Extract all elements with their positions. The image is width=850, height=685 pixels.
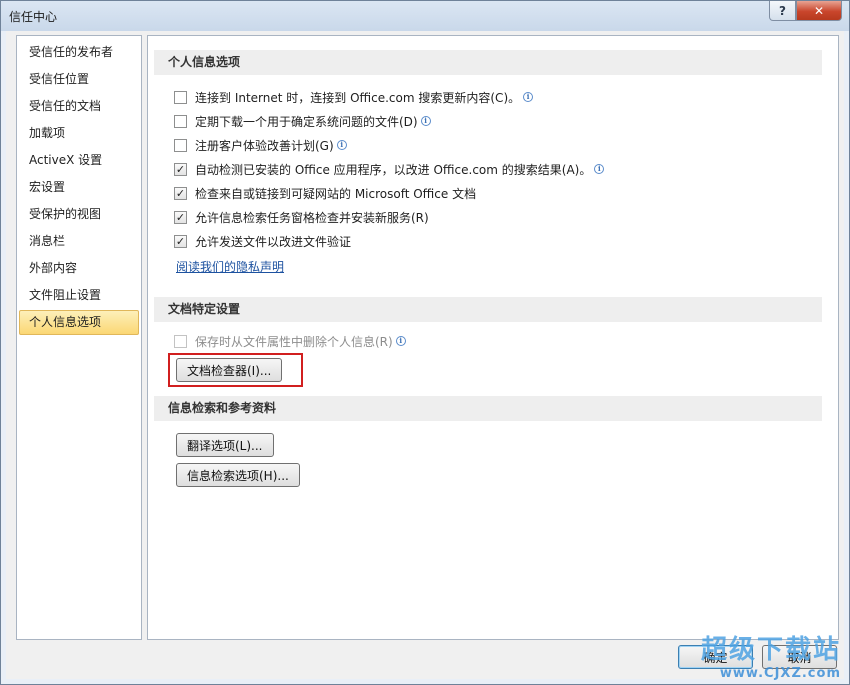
category-list: 受信任的发布者 受信任位置 受信任的文档 加载项 ActiveX 设置 宏设置 …	[16, 35, 142, 640]
checkbox-remove-personal-info	[174, 334, 187, 348]
nav-item-add-ins[interactable]: 加载项	[19, 121, 139, 146]
option-row-remove-info: 保存时从文件属性中删除个人信息(R) i	[174, 332, 406, 350]
dialog-body: 受信任的发布者 受信任位置 受信任的文档 加载项 ActiveX 设置 宏设置 …	[6, 31, 844, 679]
option-row[interactable]: ✓ 允许发送文件以改进文件验证	[174, 232, 351, 250]
nav-item-trusted-documents[interactable]: 受信任的文档	[19, 94, 139, 119]
option-label: 允许信息检索任务窗格检查并安装新服务(R)	[195, 210, 429, 225]
checkmark-icon: ✓	[175, 186, 186, 200]
option-label: 保存时从文件属性中删除个人信息(R)	[195, 334, 393, 349]
checkbox-download-diagnostic[interactable]	[174, 114, 187, 128]
cancel-button[interactable]: 取消	[762, 645, 837, 669]
nav-item-external-content[interactable]: 外部内容	[19, 256, 139, 281]
nav-item-privacy-options[interactable]: 个人信息选项	[19, 310, 139, 335]
option-row[interactable]: ✓ 自动检测已安装的 Office 应用程序，以改进 Office.com 的搜…	[174, 160, 605, 178]
checkbox-ceip[interactable]	[174, 138, 187, 152]
checkmark-icon: ✓	[175, 210, 186, 224]
checkmark-icon: ✓	[175, 234, 186, 248]
nav-item-activex[interactable]: ActiveX 设置	[19, 148, 139, 173]
option-row[interactable]: ✓ 允许信息检索任务窗格检查并安装新服务(R)	[174, 208, 429, 226]
option-label: 定期下载一个用于确定系统问题的文件(D)	[195, 114, 418, 129]
option-label: 允许发送文件以改进文件验证	[195, 234, 352, 249]
section-header-document: 文档特定设置	[154, 297, 822, 322]
checkbox-detect-apps[interactable]: ✓	[174, 162, 187, 176]
nav-item-file-block[interactable]: 文件阻止设置	[19, 283, 139, 308]
help-button[interactable]: ?	[769, 1, 796, 21]
translation-options-button[interactable]: 翻译选项(L)...	[176, 433, 274, 457]
option-label: 自动检测已安装的 Office 应用程序，以改进 Office.com 的搜索结…	[195, 162, 592, 177]
option-row[interactable]: ✓ 检查来自或链接到可疑网站的 Microsoft Office 文档	[174, 184, 476, 202]
checkbox-file-validation[interactable]: ✓	[174, 234, 187, 248]
research-options-button[interactable]: 信息检索选项(H)...	[176, 463, 300, 487]
nav-item-message-bar[interactable]: 消息栏	[19, 229, 139, 254]
option-label: 连接到 Internet 时，连接到 Office.com 搜索更新内容(C)。	[195, 90, 521, 105]
option-label: 注册客户体验改善计划(G)	[195, 138, 334, 153]
info-icon[interactable]: i	[420, 116, 431, 126]
section-header-privacy: 个人信息选项	[154, 50, 822, 75]
nav-item-macro[interactable]: 宏设置	[19, 175, 139, 200]
checkbox-suspicious-sites[interactable]: ✓	[174, 186, 187, 200]
option-row[interactable]: 注册客户体验改善计划(G) i	[174, 136, 347, 154]
document-inspector-button[interactable]: 文档检查器(I)...	[176, 358, 283, 382]
ok-button[interactable]: 确定	[678, 645, 753, 669]
option-row[interactable]: 定期下载一个用于确定系统问题的文件(D) i	[174, 112, 431, 130]
window-title: 信任中心	[9, 10, 58, 24]
section-header-research: 信息检索和参考资料	[154, 396, 822, 421]
info-icon[interactable]: i	[395, 336, 406, 346]
option-row[interactable]: 连接到 Internet 时，连接到 Office.com 搜索更新内容(C)。…	[174, 88, 534, 106]
settings-panel: 个人信息选项 连接到 Internet 时，连接到 Office.com 搜索更…	[147, 35, 839, 640]
info-icon[interactable]: i	[594, 164, 605, 174]
info-icon[interactable]: i	[523, 92, 534, 102]
checkmark-icon: ✓	[175, 162, 186, 176]
trust-center-dialog: 信任中心 ? ✕ 受信任的发布者 受信任位置 受信任的文档 加载项 Active…	[0, 0, 850, 685]
title-bar[interactable]: 信任中心 ? ✕	[1, 1, 849, 31]
option-label: 检查来自或链接到可疑网站的 Microsoft Office 文档	[195, 186, 477, 201]
info-icon[interactable]: i	[336, 140, 347, 150]
checkbox-connect-office[interactable]	[174, 90, 187, 104]
nav-item-trusted-publishers[interactable]: 受信任的发布者	[19, 40, 139, 65]
privacy-statement-link[interactable]: 阅读我们的隐私声明	[176, 258, 284, 275]
checkbox-research-services[interactable]: ✓	[174, 210, 187, 224]
nav-item-trusted-locations[interactable]: 受信任位置	[19, 67, 139, 92]
close-button[interactable]: ✕	[796, 1, 842, 21]
nav-item-protected-view[interactable]: 受保护的视图	[19, 202, 139, 227]
